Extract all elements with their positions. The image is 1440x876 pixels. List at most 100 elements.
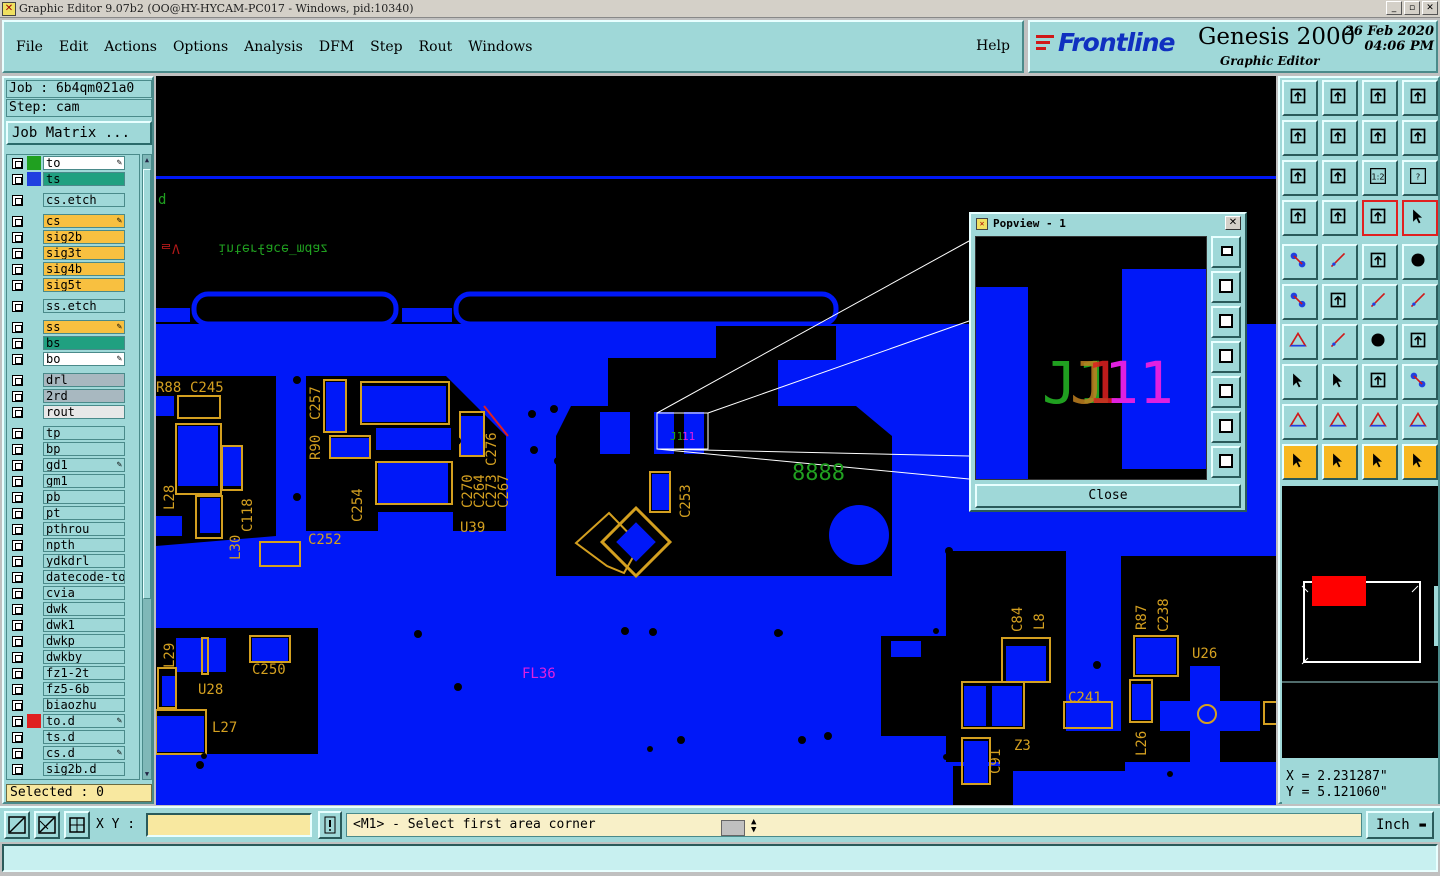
mirror-icon[interactable] (1402, 324, 1438, 360)
layer-checkbox[interactable] (12, 540, 23, 551)
scroll-down-icon[interactable]: ▼ (143, 769, 151, 779)
layer-checkbox[interactable] (12, 652, 23, 663)
layer-checkbox[interactable] (12, 476, 23, 487)
layer-name[interactable]: dwk (43, 602, 125, 616)
popview-fit-all-icon[interactable] (1211, 411, 1241, 443)
layer-checkbox[interactable] (12, 588, 23, 599)
menu-options[interactable]: Options (173, 39, 228, 55)
rotate-icon[interactable] (1362, 324, 1398, 360)
layer-scrollbar[interactable]: ▲ ▼ (142, 154, 152, 780)
scroll-thumb[interactable] (143, 169, 151, 599)
layer-row[interactable]: gm1 (7, 473, 139, 489)
snap-icon[interactable] (1322, 200, 1358, 236)
layer-checkbox[interactable] (12, 508, 23, 519)
grid-icon[interactable] (64, 811, 90, 839)
fit-screen-icon[interactable] (1282, 160, 1318, 196)
layer-row[interactable]: cs ✎ (7, 213, 139, 229)
layer-name[interactable]: bs (43, 336, 125, 350)
keyboard-icon[interactable] (721, 820, 745, 836)
layer-checkbox[interactable] (12, 407, 23, 418)
minimize-button[interactable]: _ (1386, 1, 1402, 15)
layer-select-icon[interactable] (1402, 200, 1438, 236)
unit-selector[interactable]: Inch ▬ (1366, 811, 1434, 839)
layer-checkbox[interactable] (12, 572, 23, 583)
maximize-button[interactable]: ▫ (1404, 1, 1420, 15)
layer-row[interactable]: to.d ✎ (7, 713, 139, 729)
menu-edit[interactable]: Edit (59, 39, 88, 55)
layer-checkbox[interactable] (12, 216, 23, 227)
move-icon[interactable] (1362, 284, 1398, 320)
popview-close-x-button[interactable]: ✕ (1225, 216, 1241, 230)
layer-name[interactable]: to.d ✎ (43, 714, 125, 728)
layer-name[interactable]: pt (43, 506, 125, 520)
layer-row[interactable]: sig5t (7, 277, 139, 293)
arch-pair-icon[interactable] (1402, 404, 1438, 440)
add-pad-icon[interactable] (1282, 244, 1318, 280)
layer-name[interactable]: sig3t (43, 246, 125, 260)
layer-checkbox[interactable] (12, 668, 23, 679)
layer-name[interactable]: biaozhu (43, 698, 125, 712)
layer-name[interactable]: ydkdrl (43, 554, 125, 568)
triangle-icon[interactable] (1282, 404, 1318, 440)
ruler-icon[interactable] (1362, 244, 1398, 280)
layer-name[interactable]: sig2b.d (43, 762, 125, 776)
pointer-icon[interactable] (1282, 444, 1318, 480)
layer-name[interactable]: dwk1 (43, 618, 125, 632)
menu-actions[interactable]: Actions (104, 39, 157, 55)
menu-step[interactable]: Step (370, 39, 402, 55)
layer-row[interactable]: sig3t (7, 245, 139, 261)
center-icon[interactable] (1322, 160, 1358, 196)
layer-row[interactable]: pt (7, 505, 139, 521)
minimap[interactable] (1282, 486, 1438, 758)
layer-color-swatch[interactable] (27, 714, 41, 728)
layer-color-swatch[interactable] (27, 172, 41, 186)
layer-row[interactable]: cs.etch (7, 192, 139, 208)
layer-checkbox[interactable] (12, 158, 23, 169)
layer-checkbox[interactable] (12, 460, 23, 471)
circle-icon[interactable] (1402, 244, 1438, 280)
layer-name[interactable]: cs.d ✎ (43, 746, 125, 760)
menu-rout[interactable]: Rout (419, 39, 453, 55)
layer-row[interactable]: ss ✎ (7, 319, 139, 335)
draw-line-icon[interactable] (1322, 244, 1358, 280)
home-icon[interactable] (1362, 80, 1398, 116)
copy-icon[interactable] (1402, 284, 1438, 320)
layer-name[interactable]: drl (43, 373, 125, 387)
window-split-icon[interactable] (1402, 80, 1438, 116)
layer-checkbox[interactable] (12, 716, 23, 727)
layer-row[interactable]: sig2b.d (7, 761, 139, 777)
layer-checkbox[interactable] (12, 391, 23, 402)
select-arrow-icon[interactable] (1362, 444, 1398, 480)
menu-file[interactable]: File (16, 39, 43, 55)
xy-input[interactable] (146, 813, 312, 837)
help-icon[interactable]: ? (1402, 160, 1438, 196)
arch-bar-icon[interactable] (1362, 404, 1398, 440)
layer-name[interactable]: npth (43, 538, 125, 552)
undo-icon[interactable] (1362, 120, 1398, 156)
layer-row[interactable]: 2rd (7, 388, 139, 404)
layer-checkbox[interactable] (12, 195, 23, 206)
layer-row[interactable]: dwk (7, 601, 139, 617)
info-icon[interactable] (318, 811, 342, 839)
popview-canvas[interactable]: J1 J 1 11 (975, 236, 1207, 480)
layer-row[interactable]: pb (7, 489, 139, 505)
layer-row[interactable]: dwk1 (7, 617, 139, 633)
layer-checkbox[interactable] (12, 232, 23, 243)
layer-row[interactable]: ts.d (7, 729, 139, 745)
layer-name[interactable]: sig2b (43, 230, 125, 244)
export-icon[interactable] (1322, 120, 1358, 156)
layer-name[interactable]: bp (43, 442, 125, 456)
layer-checkbox[interactable] (12, 280, 23, 291)
layer-name[interactable]: ss ✎ (43, 320, 125, 334)
layer-row[interactable]: tp (7, 425, 139, 441)
layer-row[interactable]: fz5-6b (7, 681, 139, 697)
layer-row[interactable]: to ✎ (7, 155, 139, 171)
layer-row[interactable]: ts (7, 171, 139, 187)
layer-row[interactable]: rout (7, 404, 139, 420)
layer-name[interactable]: fz5-6b (43, 682, 125, 696)
prompt-spinner-icon[interactable]: ▲ ▼ (751, 818, 756, 835)
arch-icon[interactable] (1322, 404, 1358, 440)
popview-fit-screen-icon[interactable] (1211, 446, 1241, 478)
layer-row[interactable]: biaozhu (7, 697, 139, 713)
layer-name[interactable]: 2rd (43, 389, 125, 403)
